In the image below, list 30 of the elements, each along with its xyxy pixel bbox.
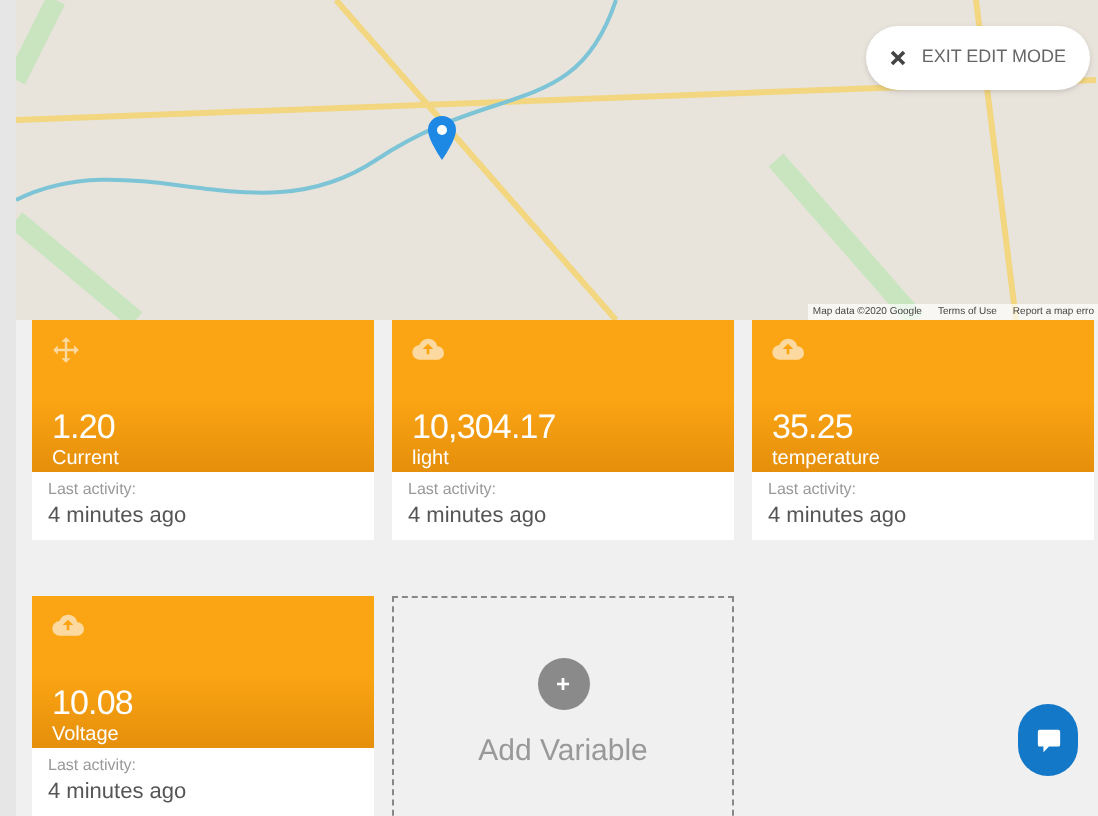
close-icon — [889, 50, 906, 66]
activity-time: 4 minutes ago — [408, 502, 549, 530]
variable-value: 10.08 — [52, 686, 135, 722]
chat-button[interactable] — [1018, 704, 1078, 776]
cloud-upload-icon — [52, 612, 84, 638]
activity-time: 4 minutes ago — [48, 778, 189, 806]
variable-card[interactable]: 10,304.17 light Last activity: 4 minutes ago — [392, 320, 734, 540]
activity-time: 4 minutes ago — [48, 502, 189, 530]
activity-label: Last activity: — [408, 478, 499, 502]
chat-icon — [1035, 727, 1061, 753]
variable-name: Voltage — [52, 722, 121, 748]
map-pin-icon[interactable] — [428, 116, 456, 160]
activity-label: Last activity: — [768, 478, 859, 502]
variable-card[interactable]: 1.20 Current Last activity: 4 minutes ago — [32, 320, 374, 540]
variable-name: Current — [52, 446, 121, 472]
add-variable-label: Add Variable — [478, 732, 648, 772]
exit-edit-mode-button[interactable]: EXIT EDIT MODE — [865, 26, 1090, 90]
activity-label: Last activity: — [48, 478, 139, 502]
move-icon — [52, 336, 80, 364]
variable-value: 10,304.17 — [412, 410, 558, 446]
variable-value: 35.25 — [772, 410, 855, 446]
activity-time: 4 minutes ago — [768, 502, 909, 530]
variable-name: light — [412, 446, 451, 472]
variable-card[interactable]: 35.25 temperature Last activity: 4 minutes ago — [752, 320, 1094, 540]
variable-name: temperature — [772, 446, 882, 472]
activity-label: Last activity: — [48, 754, 139, 778]
variable-value: 1.20 — [52, 410, 117, 446]
cloud-upload-icon — [412, 336, 444, 362]
variable-card[interactable]: 10.08 Voltage Last activity: 4 minutes ago — [32, 596, 374, 816]
cloud-upload-icon — [772, 336, 804, 362]
